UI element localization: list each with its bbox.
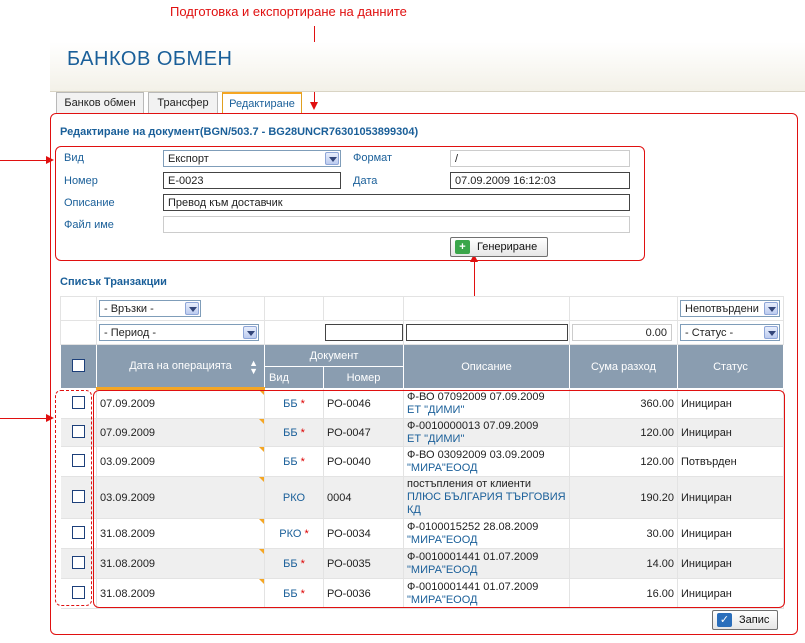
generate-button-label: Генериране — [477, 241, 538, 253]
tab-transfer[interactable]: Трансфер — [148, 92, 218, 114]
header-date[interactable]: Дата на операцията ▲ ▼ — [96, 344, 265, 390]
opisanie-field[interactable]: Превод към доставчик — [163, 194, 630, 211]
vid-select-value: Експорт — [168, 153, 209, 165]
header-suma: Сума разход — [569, 344, 678, 389]
plus-icon: + — [455, 240, 470, 254]
select-all-checkbox[interactable] — [72, 358, 85, 372]
nomer-field[interactable]: Е-0023 — [163, 172, 341, 189]
date-field[interactable]: 07.09.2009 16:12:03 — [450, 172, 630, 189]
data-label: Дата — [353, 175, 378, 187]
rows-highlight — [93, 390, 785, 608]
check-icon: ✓ — [717, 613, 732, 627]
opisanie-label: Описание — [64, 197, 115, 209]
period-filter-value: - Период - — [104, 327, 157, 339]
save-button-label: Запис — [739, 614, 770, 626]
opisanie-filter-input[interactable] — [406, 324, 568, 341]
annotation-arrow-line-left-form — [0, 160, 48, 161]
save-button[interactable]: ✓ Запис — [712, 610, 778, 630]
unconfirmed-filter-value: Непотвърдени — [685, 303, 759, 315]
status-filter-select[interactable]: - Статус - — [680, 324, 780, 341]
chevron-down-icon — [185, 302, 199, 315]
tab-edit[interactable]: Редактиране — [222, 92, 302, 114]
unconfirmed-filter-select[interactable]: Непотвърдени — [680, 300, 780, 317]
chevron-down-icon — [764, 302, 778, 315]
page-title: БАНКОВ ОБМЕН — [67, 48, 233, 70]
header-document: Документ — [264, 344, 404, 367]
vid-select[interactable]: Експорт — [163, 150, 341, 167]
sort-icon[interactable]: ▲ ▼ — [249, 359, 258, 376]
tab-bank-exchange[interactable]: Банков обмен — [56, 92, 144, 114]
header-date-label: Дата на операцията — [129, 360, 232, 372]
annotation-label: Подготовка и експортиране на данните — [170, 4, 407, 19]
vid-label: Вид — [64, 152, 84, 164]
checkbox-column-highlight — [55, 390, 92, 606]
chevron-down-icon — [325, 152, 339, 165]
transactions-title: Списък Транзакции — [60, 276, 167, 288]
document-title: Редактиране на документ(BGN/503.7 - BG28… — [60, 126, 419, 138]
file-label: Файл име — [64, 219, 114, 231]
nomer-filter-input[interactable] — [325, 324, 403, 341]
header-opisanie: Описание — [403, 344, 570, 389]
header-vid: Вид — [264, 366, 324, 389]
file-field[interactable] — [163, 216, 630, 233]
annotation-arrow-head — [310, 102, 318, 110]
chevron-down-icon — [243, 326, 257, 339]
header-nomer: Номер — [323, 366, 404, 389]
chevron-down-icon — [764, 326, 778, 339]
format-label: Формат — [353, 152, 393, 164]
page-header: БАНКОВ ОБМЕН — [50, 42, 805, 92]
nomer-label: Номер — [64, 175, 98, 187]
period-filter-select[interactable]: - Период - — [99, 324, 259, 341]
status-filter-value: - Статус - — [685, 327, 734, 339]
generate-button[interactable]: + Генериране — [450, 237, 548, 257]
links-filter-select[interactable]: - Връзки - — [99, 300, 201, 317]
amount-filter-input[interactable]: 0.00 — [572, 324, 672, 341]
header-status: Статус — [677, 344, 784, 389]
annotation-arrow-line-left-rows — [0, 418, 48, 419]
format-field[interactable]: / — [450, 150, 630, 167]
links-filter-value: - Връзки - — [104, 303, 154, 315]
